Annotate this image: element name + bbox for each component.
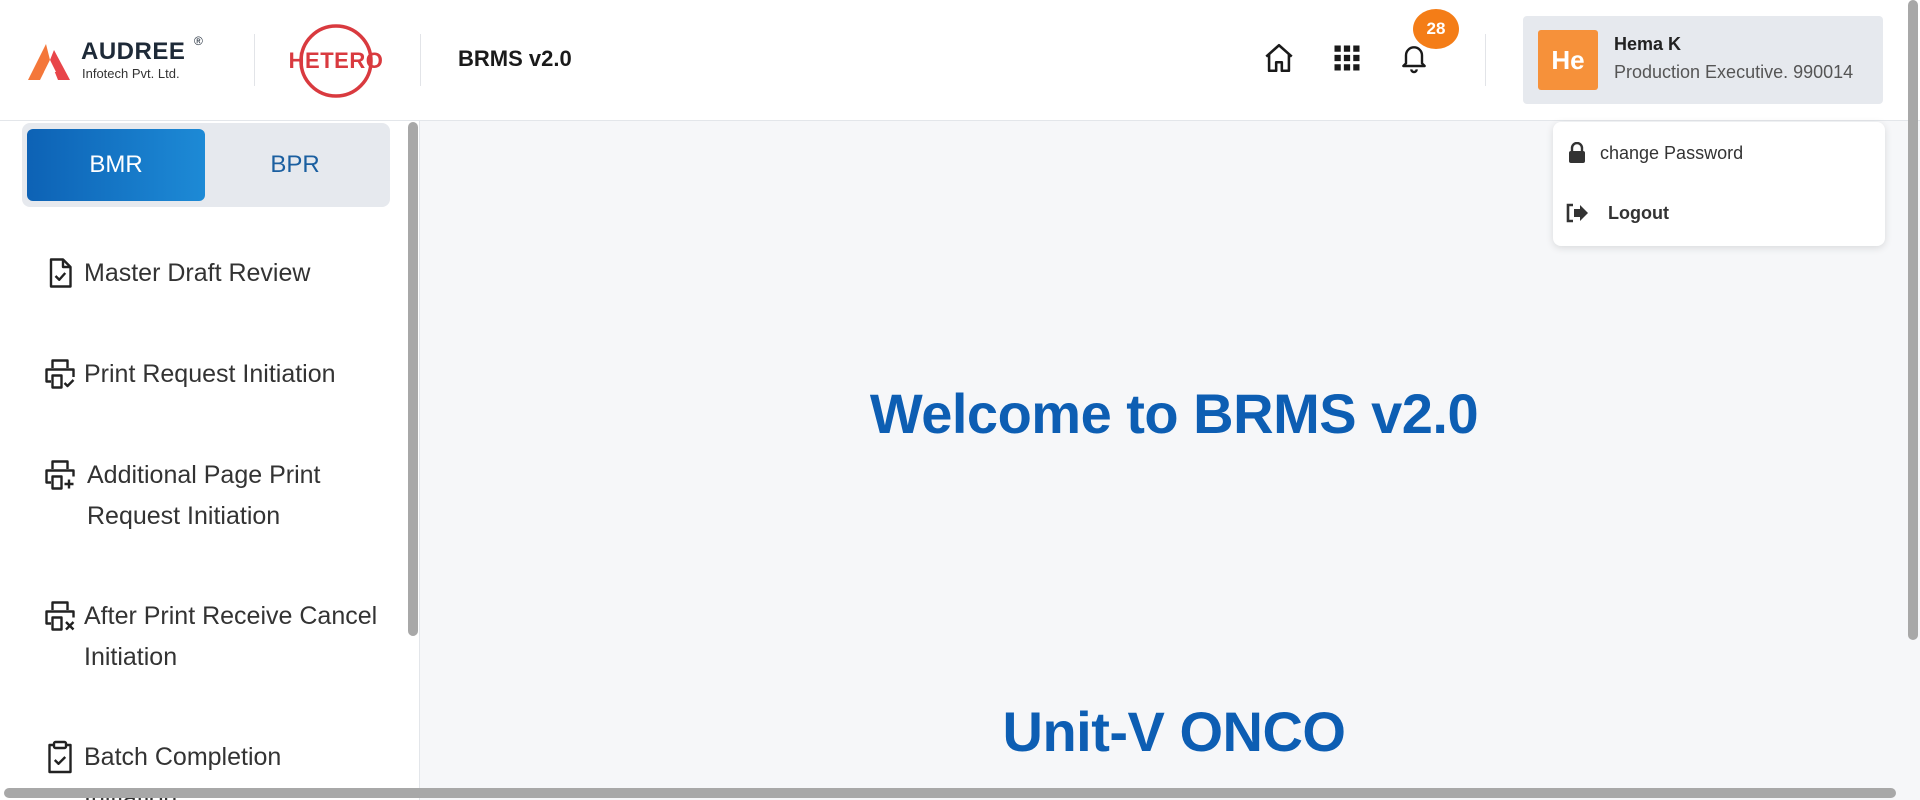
sidebar-item-label-line2: Initiation (84, 643, 178, 671)
tab-bpr[interactable]: BPR (205, 129, 385, 201)
audree-brand-name: AUDREE (81, 38, 186, 65)
hetero-brand-name: HETERO (288, 48, 384, 73)
sidebar-item-label-line2: Request Initiation (87, 502, 281, 530)
header-divider (1485, 34, 1486, 86)
sidebar-item-label-line1: Batch Completion (84, 743, 282, 771)
audree-registered-mark: ® (194, 34, 203, 48)
sidebar-item-after-print-receive-cancel-initiation[interactable]: After Print Receive Cancel Initiation (0, 588, 400, 678)
user-name: Hema K (1614, 34, 1682, 54)
tab-bmr[interactable]: BMR (27, 129, 205, 201)
bmr-bpr-toggle: BMR BPR (22, 123, 390, 207)
clipboard-check-icon (48, 740, 72, 774)
user-role: Production Executive. 990014 (1614, 62, 1854, 82)
sidebar-item-label-line1: Additional Page Print (87, 461, 321, 489)
file-check-icon (49, 258, 72, 288)
home-icon[interactable] (1259, 38, 1299, 78)
header-divider (420, 34, 421, 86)
sidebar-item-label-line1: After Print Receive Cancel (84, 602, 378, 630)
audree-logo[interactable]: AUDREE ® Infotech Pvt. Ltd. (28, 34, 218, 86)
user-profile-button[interactable]: He Hema K Production Executive. 990014 (1523, 16, 1883, 104)
printer-check-icon (45, 359, 75, 389)
unit-heading: Unit-V ONCO (1002, 700, 1346, 763)
sidebar-item-print-request-initiation[interactable]: Print Request Initiation (0, 346, 400, 406)
sidebar: BMR BPR Master Draft Review Print Reques… (0, 121, 420, 800)
top-header: AUDREE ® Infotech Pvt. Ltd. HETERO BRMS … (0, 0, 1920, 121)
notification-count-badge[interactable]: 28 (1413, 9, 1459, 49)
printer-x-icon (45, 601, 75, 631)
sidebar-item-label: Master Draft Review (84, 259, 311, 287)
main-content: Welcome to BRMS v2.0 Unit-V ONCO (421, 121, 1908, 800)
sidebar-item-additional-page-print-request-initiation[interactable]: Additional Page Print Request Initiation (0, 447, 400, 537)
hetero-logo[interactable]: HETERO (288, 22, 384, 100)
audree-brand-subtitle: Infotech Pvt. Ltd. (82, 66, 180, 81)
app-title: BRMS v2.0 (458, 46, 572, 71)
avatar: He (1538, 30, 1598, 90)
audree-logo-mark-icon (28, 44, 70, 80)
sidebar-scrollbar-thumb[interactable] (408, 122, 418, 636)
header-divider (254, 34, 255, 86)
welcome-heading: Welcome to BRMS v2.0 (869, 382, 1479, 445)
page-horizontal-scrollbar[interactable] (4, 788, 1896, 798)
printer-plus-icon (45, 460, 75, 490)
grid-icon[interactable] (1327, 38, 1367, 78)
page-vertical-scrollbar[interactable] (1908, 0, 1918, 640)
sidebar-item-master-draft-review[interactable]: Master Draft Review (0, 245, 400, 305)
sidebar-item-label: Print Request Initiation (84, 360, 336, 388)
